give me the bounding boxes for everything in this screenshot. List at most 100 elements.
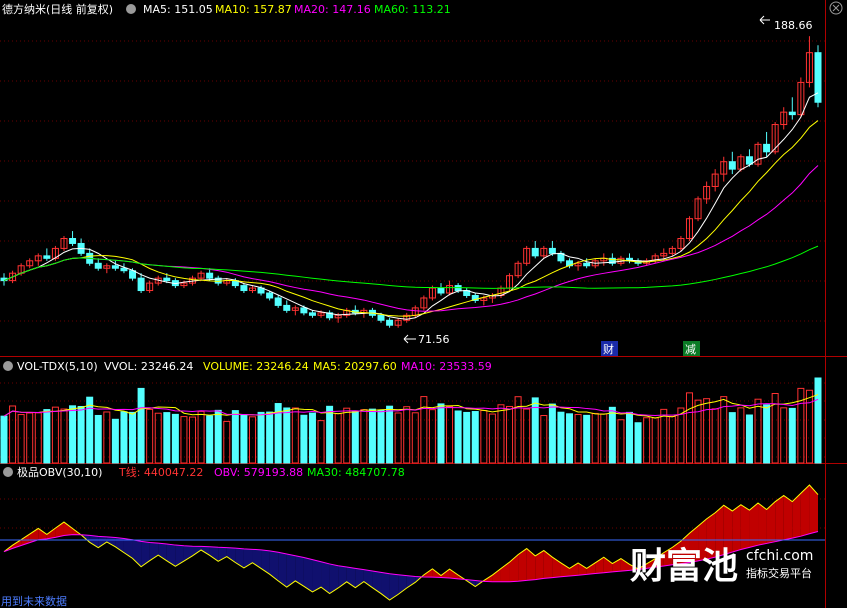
volume-bar bbox=[557, 411, 565, 464]
obv-fill-segment bbox=[106, 536, 116, 547]
volume-bar bbox=[446, 406, 454, 464]
obv-fill-segment bbox=[492, 568, 501, 582]
volume-bar bbox=[163, 412, 171, 464]
volume-dropdown-icon[interactable] bbox=[3, 361, 13, 371]
dropdown-icon[interactable] bbox=[126, 4, 136, 14]
obv-fill-segment bbox=[775, 495, 784, 542]
obv-fill-segment bbox=[321, 561, 330, 594]
volume-bar bbox=[574, 414, 582, 464]
volume-bar bbox=[643, 417, 651, 464]
low-annotation: 71.56 bbox=[403, 333, 450, 346]
candle-body bbox=[274, 297, 282, 306]
volume-bar bbox=[403, 406, 411, 464]
vvol-stat: VVOL: 23246.24 bbox=[104, 360, 193, 373]
obv-fill-segment bbox=[603, 557, 613, 573]
volume-bar bbox=[17, 414, 25, 464]
volume-bar bbox=[26, 412, 34, 464]
candle-body bbox=[206, 272, 214, 279]
volume-bar bbox=[137, 387, 145, 464]
volume-bar bbox=[266, 411, 274, 464]
obv-stat: OBV: 579193.88 bbox=[214, 466, 303, 479]
price-title: 德方纳米(日线 前复权) bbox=[2, 2, 113, 16]
volume-title: VOL-TDX(5,10) bbox=[17, 360, 98, 373]
stock-chart: 188.66 71.56 财 减 德方纳米(日线 前复权) MA5: 151.0… bbox=[0, 0, 847, 608]
price-header: 德方纳米(日线 前复权) MA5: 151.05 MA10: 157.87 MA… bbox=[2, 2, 451, 16]
volume-bar bbox=[540, 415, 548, 464]
obv-fill-segment bbox=[758, 502, 767, 546]
volume-bar bbox=[189, 416, 197, 464]
t-line-stat: T线: 440047.22 bbox=[118, 465, 203, 479]
volume-bar bbox=[377, 409, 385, 464]
volume-bar bbox=[497, 404, 505, 464]
volume-bar bbox=[94, 414, 102, 464]
volume-bar bbox=[368, 408, 376, 464]
high-annotation: 188.66 bbox=[759, 15, 813, 32]
volume-bar bbox=[437, 403, 445, 464]
obv-fill-segment bbox=[543, 550, 553, 579]
watermark-main: 财富池 bbox=[630, 545, 738, 587]
obv-fill-segment bbox=[63, 522, 73, 536]
obv-fill-segment bbox=[312, 559, 322, 592]
volume-bar bbox=[745, 414, 753, 464]
volume-bar bbox=[660, 408, 668, 464]
vol-ma5-stat: MA5: 20297.60 bbox=[313, 360, 397, 373]
volume-bar bbox=[780, 407, 788, 464]
volume-bar bbox=[60, 408, 68, 464]
candle-body bbox=[283, 304, 291, 311]
obv-fill-segment bbox=[578, 562, 587, 576]
volume-bar bbox=[480, 409, 488, 464]
volume-bar bbox=[291, 407, 299, 464]
obv-fill-segment bbox=[261, 549, 270, 575]
volume-bar bbox=[257, 411, 265, 464]
candles bbox=[0, 36, 822, 328]
volume-bar bbox=[548, 403, 556, 464]
obv-fill-segment bbox=[732, 504, 741, 553]
moving-average-lines bbox=[3, 92, 819, 320]
volume-bar bbox=[146, 408, 154, 464]
obv-fill-segment bbox=[55, 522, 64, 538]
volume-bar bbox=[129, 411, 137, 464]
candle-body bbox=[531, 247, 539, 257]
candle-body bbox=[137, 277, 145, 292]
obv-fill-segment bbox=[586, 562, 596, 575]
candle-body bbox=[763, 143, 771, 153]
ma5-line bbox=[3, 92, 819, 320]
volume-bar bbox=[300, 414, 308, 464]
candle-body bbox=[788, 111, 796, 116]
volume-bar bbox=[566, 413, 574, 464]
event-badges[interactable]: 财 减 bbox=[601, 341, 700, 356]
reduce-badge-label: 减 bbox=[685, 343, 696, 356]
volume-bar bbox=[111, 418, 119, 464]
candle-body bbox=[266, 292, 274, 299]
volume-bar bbox=[788, 407, 796, 464]
candle-body bbox=[728, 161, 736, 170]
volume-bar bbox=[814, 377, 822, 464]
volume-bar bbox=[737, 407, 745, 464]
ma20-line bbox=[3, 165, 819, 312]
volume-bar bbox=[634, 422, 642, 464]
obv-dropdown-icon[interactable] bbox=[3, 467, 13, 477]
vol-ma10-stat: MA10: 23533.59 bbox=[401, 360, 492, 373]
candle-body bbox=[300, 307, 308, 314]
candle-body bbox=[377, 314, 385, 321]
candle-body bbox=[94, 262, 102, 269]
obv-fill-segment bbox=[800, 485, 810, 537]
volume-bar bbox=[523, 408, 531, 464]
volume-bar bbox=[317, 420, 325, 464]
high-label: 188.66 bbox=[774, 19, 813, 32]
volume-bar bbox=[43, 409, 51, 464]
volume-bar bbox=[763, 404, 771, 464]
volume-bar bbox=[677, 407, 685, 464]
volume-bar bbox=[248, 416, 256, 464]
obv-ma30-stat: MA30: 484707.78 bbox=[307, 466, 405, 479]
volume-bar bbox=[454, 410, 462, 464]
panel-controls[interactable] bbox=[829, 1, 843, 15]
volume-bar bbox=[77, 405, 85, 464]
candle-body bbox=[43, 255, 51, 259]
obv-fill-segment bbox=[381, 572, 390, 600]
candle-body bbox=[437, 287, 445, 294]
ma10-stat: MA10: 157.87 bbox=[215, 3, 292, 16]
obv-fill-segment bbox=[98, 536, 107, 548]
volume-bar bbox=[197, 410, 205, 464]
volume-bar bbox=[283, 407, 291, 464]
